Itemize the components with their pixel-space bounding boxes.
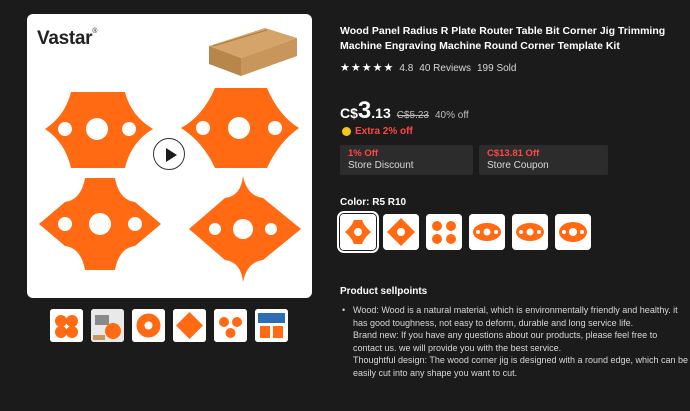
thumbnail[interactable] <box>50 309 83 342</box>
sellpoints-list: • Wood: Wood is a natural material, whic… <box>342 304 690 379</box>
variant-option[interactable] <box>469 214 505 250</box>
main-product-image[interactable]: Vastar® <box>27 14 312 298</box>
sellpoint-line: Thoughtful design: The wood corner jig i… <box>353 355 689 365</box>
original-price: C$5.23 <box>396 110 429 121</box>
price-decimal: .13 <box>371 105 391 121</box>
extra-discount-label: Extra 2% off <box>355 126 413 137</box>
color-label: Color: R5 R10 <box>340 197 407 208</box>
price-integer: 3 <box>357 97 372 124</box>
rating-row: ★ ★ ★ ★ ★ 4.8 40 Reviews 199 Sold <box>340 63 517 75</box>
sellpoint-line: Brand new: If you have any questions abo… <box>353 330 658 340</box>
thumbnail[interactable] <box>173 309 206 342</box>
coupon-label: Store Discount <box>348 160 414 171</box>
bullet-icon: • <box>342 305 346 315</box>
thumbnail[interactable] <box>91 309 124 342</box>
coupon-value: C$13.81 Off <box>487 148 540 159</box>
price-row: C$ 3 .13 C$5.23 40% off <box>340 97 469 125</box>
coupon-value: 1% Off <box>348 148 379 159</box>
variant-option[interactable] <box>337 211 379 253</box>
thumbnail[interactable] <box>255 309 288 342</box>
play-icon <box>166 147 177 162</box>
variant-option[interactable] <box>426 214 462 250</box>
star-rating: ★ ★ ★ ★ ★ <box>340 63 393 74</box>
rating-value: 4.8 <box>399 63 414 74</box>
thumbnail[interactable] <box>132 309 165 342</box>
variant-option[interactable] <box>383 214 419 250</box>
sellpoint-line: easily cut into any shape you want to cu… <box>353 367 518 378</box>
brand-logo: Vastar® <box>37 28 98 49</box>
star-icon: ★ <box>361 62 372 74</box>
star-icon: ★ <box>350 62 361 74</box>
store-coupon[interactable]: C$13.81 Off Store Coupon <box>479 145 608 175</box>
variant-option[interactable] <box>512 214 548 250</box>
thumbnail-strip <box>50 309 288 342</box>
variant-option[interactable] <box>555 214 591 250</box>
discount-percent: 40% off <box>434 110 469 121</box>
store-discount-coupon[interactable]: 1% Off Store Discount <box>340 145 473 175</box>
sellpoint-line: Wood: Wood is a natural material, which … <box>353 305 678 315</box>
sellpoints-heading: Product sellpoints <box>340 286 428 297</box>
sold-count: 199 Sold <box>476 63 517 74</box>
color-variants <box>337 211 591 253</box>
coupon-label: Store Coupon <box>487 160 549 171</box>
corner-plate-r10 <box>181 88 299 168</box>
corner-plate-r5 <box>45 92 153 168</box>
price-currency: C$ <box>340 105 358 121</box>
reviews-link[interactable]: 40 Reviews <box>419 63 471 74</box>
play-video-button[interactable] <box>153 138 185 170</box>
sellpoint-line: has good toughness, not easy to deform, … <box>353 317 634 328</box>
product-title: Wood Panel Radius R Plate Router Table B… <box>340 25 666 52</box>
sellpoint-line: contact us. we will provide you with the… <box>353 342 562 353</box>
corner-plate-r15 <box>39 178 161 270</box>
star-icon: ★ <box>372 62 383 74</box>
coin-icon <box>342 127 351 136</box>
star-icon: ★ <box>340 62 350 74</box>
star-icon: ★ <box>383 62 394 74</box>
thumbnail[interactable] <box>214 309 247 342</box>
extra-discount: Extra 2% off <box>342 126 413 137</box>
corner-plate-r20 <box>189 176 301 282</box>
package-box-image <box>209 28 297 76</box>
